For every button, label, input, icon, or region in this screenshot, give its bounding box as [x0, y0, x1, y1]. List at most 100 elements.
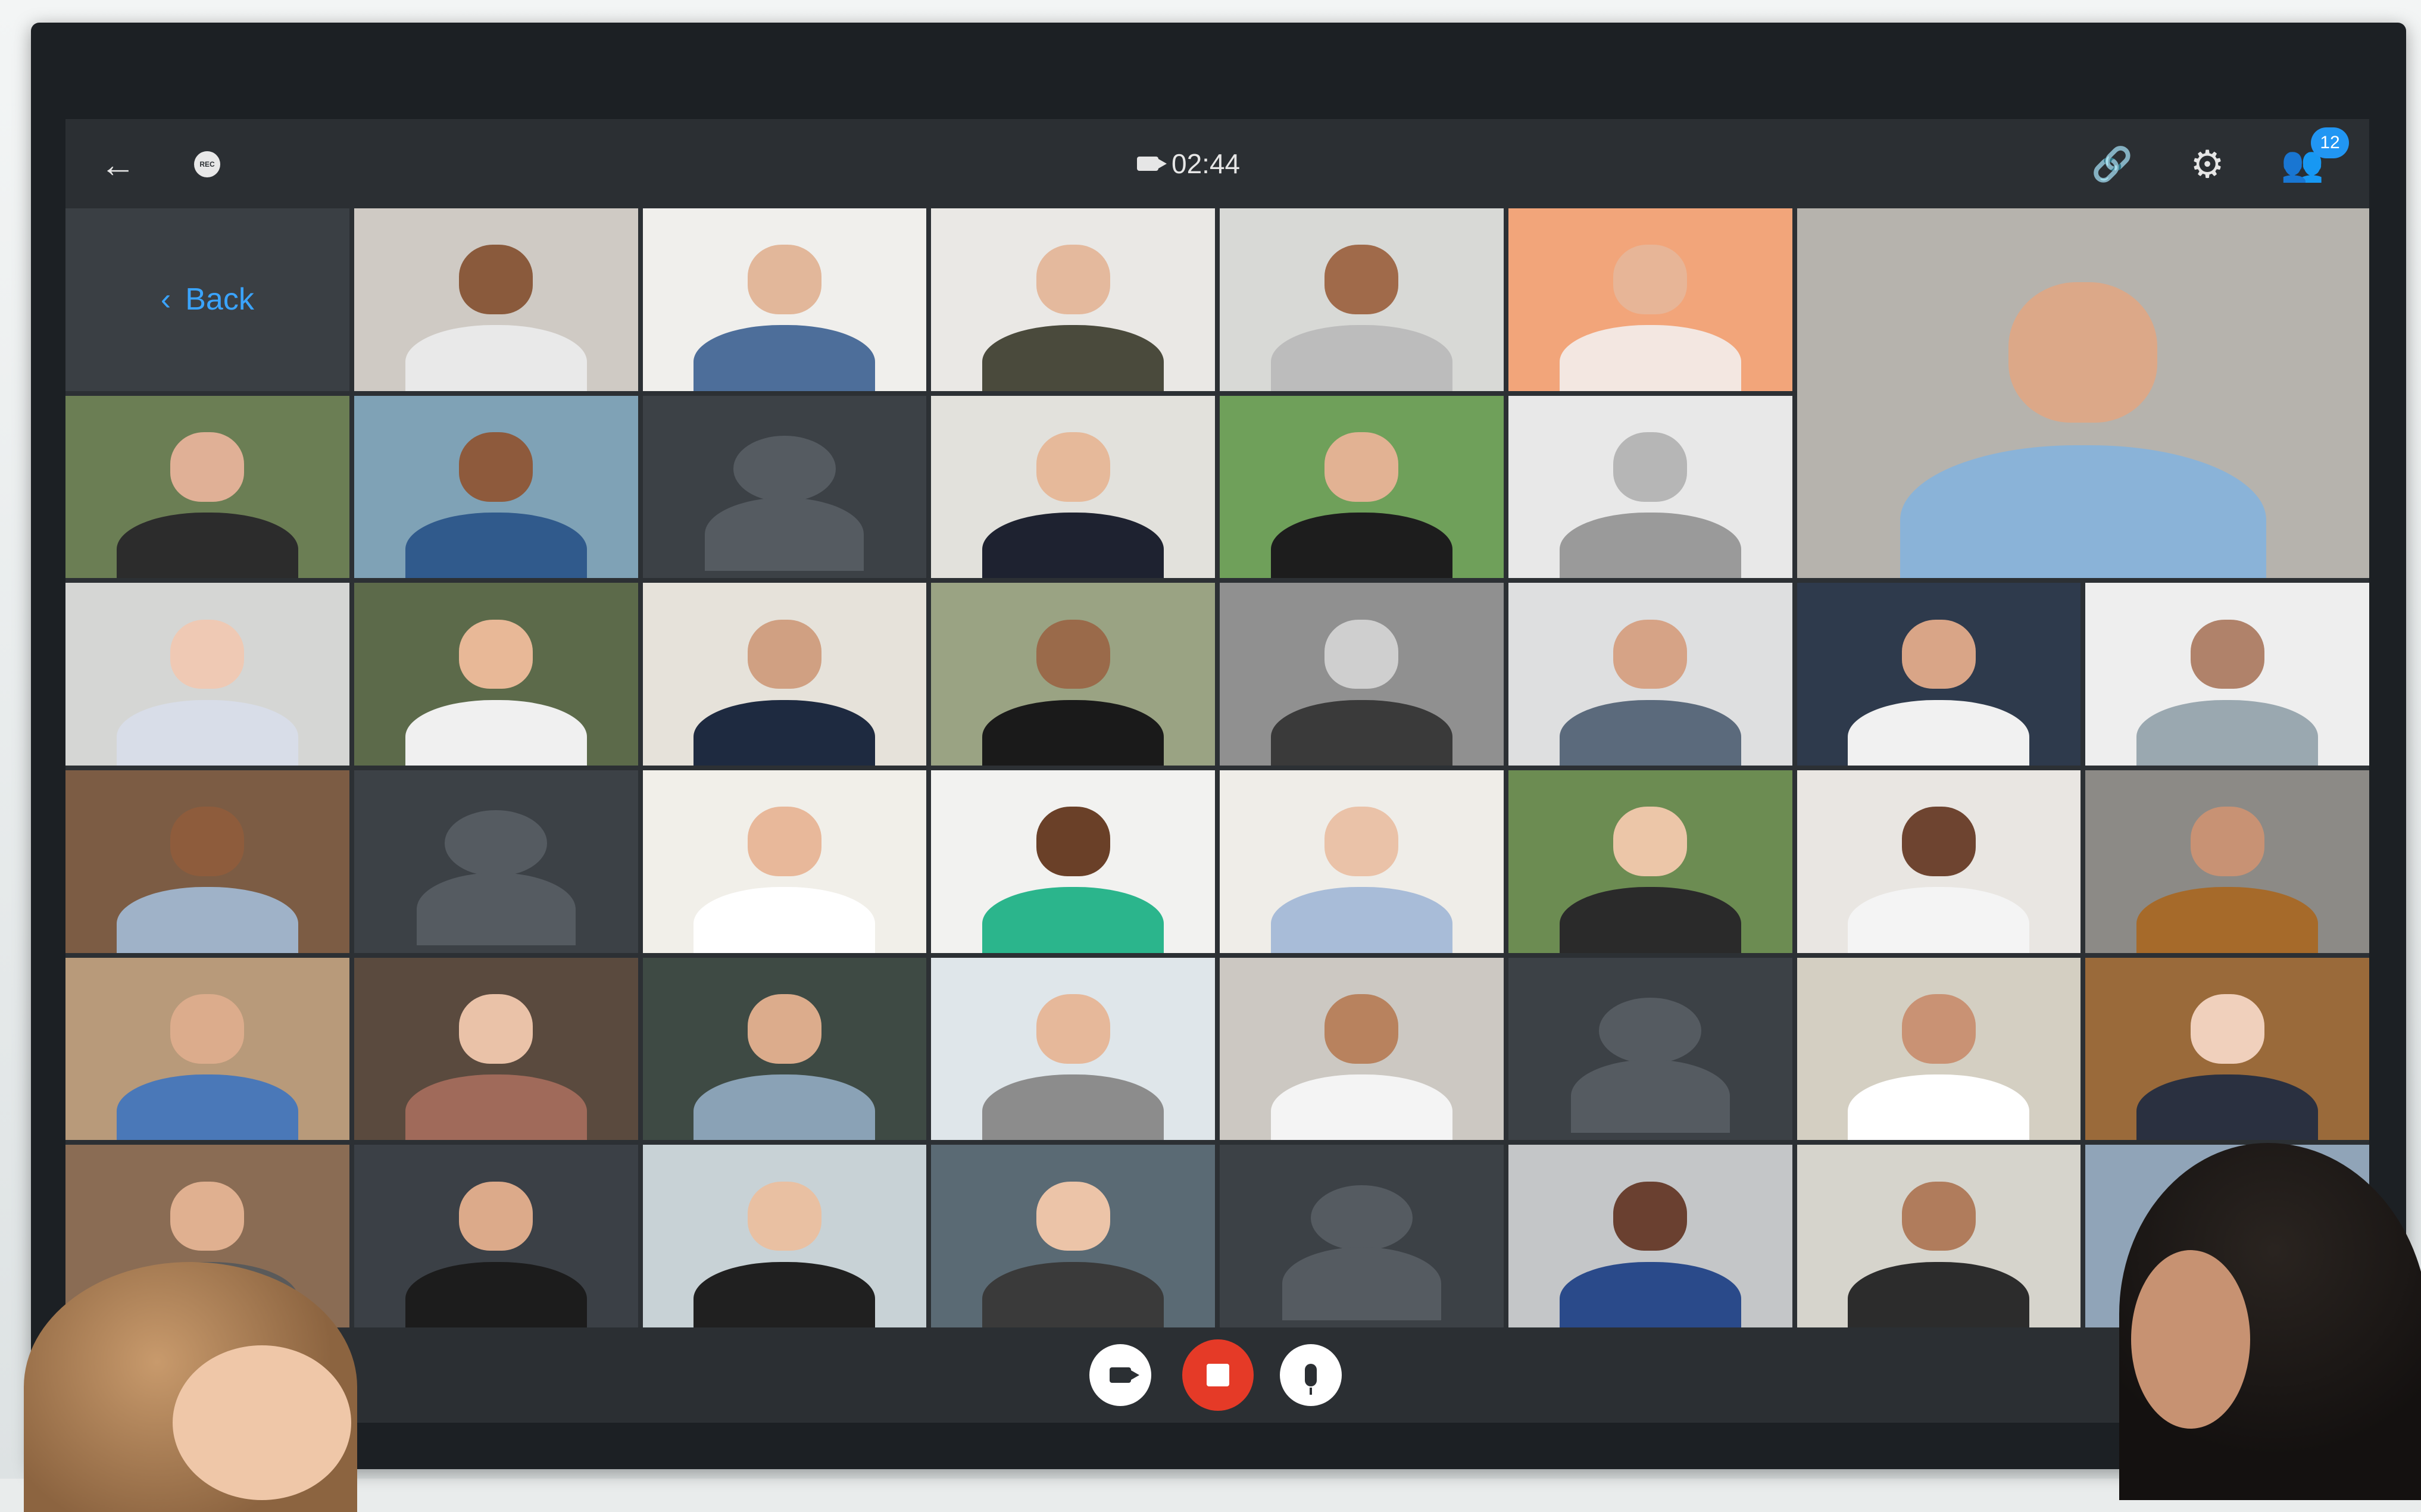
rec-icon[interactable]: REC [185, 142, 230, 187]
participant-tile[interactable] [931, 208, 1215, 391]
gear-icon[interactable]: ⚙ [2185, 142, 2230, 187]
participant-face [170, 994, 245, 1064]
participant-body [694, 887, 876, 953]
top-bar: ← REC 02:44 🔗 ⚙ 👥 12 [65, 119, 2369, 208]
participant-tile[interactable] [642, 957, 927, 1141]
participant-face [2190, 807, 2264, 876]
participant-face [2190, 994, 2264, 1064]
participant-tile[interactable] [931, 1145, 1215, 1327]
participant-tile[interactable] [65, 583, 349, 766]
bottom-control-bar [65, 1327, 2369, 1423]
participant-tile-no-video[interactable] [642, 395, 927, 579]
participant-tile[interactable] [354, 957, 638, 1141]
mic-toggle-button[interactable] [1280, 1344, 1342, 1406]
participant-tile-no-video[interactable] [1508, 957, 1792, 1141]
participant-face [1901, 807, 1976, 876]
participant-face [1901, 1181, 1976, 1251]
participant-body [694, 1261, 876, 1327]
participant-tile[interactable] [1220, 957, 1504, 1141]
participant-body [694, 1074, 876, 1141]
participant-tile[interactable] [642, 1145, 927, 1327]
participant-face [747, 245, 821, 314]
participant-body [116, 699, 298, 766]
participant-body [2136, 699, 2319, 766]
participant-face [170, 432, 245, 502]
participant-body [1559, 1261, 1741, 1327]
participant-tile[interactable] [1220, 208, 1504, 391]
video-conference-screen: ← REC 02:44 🔗 ⚙ 👥 12 ‹ Back [65, 119, 2369, 1423]
participant-tile[interactable] [1797, 957, 2081, 1141]
participant-tile[interactable] [931, 770, 1215, 953]
participant-face [747, 807, 821, 876]
participant-tile[interactable] [1508, 770, 1792, 953]
participant-tile[interactable] [354, 208, 638, 391]
participant-face [1036, 807, 1110, 876]
participant-tile[interactable] [1220, 583, 1504, 766]
participant-tile[interactable] [354, 395, 638, 579]
participant-face [459, 1181, 533, 1251]
participant-body [694, 325, 876, 391]
avatar-placeholder-body [1282, 1247, 1441, 1320]
participant-body [982, 887, 1164, 953]
participant-tile[interactable] [1797, 583, 2081, 766]
participant-tile[interactable] [65, 770, 349, 953]
participants-count-badge: 12 [2311, 127, 2349, 158]
participant-face [1613, 432, 1688, 502]
participant-tile[interactable] [1508, 583, 1792, 766]
foreground-viewer-right-face [2131, 1250, 2250, 1429]
participant-body [116, 512, 298, 579]
participant-tile-no-video[interactable] [1220, 1145, 1504, 1327]
chevron-left-icon: ‹ [160, 282, 171, 317]
participant-tile[interactable] [354, 1145, 638, 1327]
participant-tile[interactable] [65, 395, 349, 579]
participant-body [982, 512, 1164, 579]
participant-face [1613, 807, 1688, 876]
foreground-viewer-left-face [173, 1345, 351, 1500]
stop-icon [1207, 1364, 1229, 1386]
participant-tile[interactable] [2085, 583, 2369, 766]
participant-body [116, 1074, 298, 1141]
participant-tile[interactable] [931, 957, 1215, 1141]
participant-face [1324, 994, 1399, 1064]
participant-tile[interactable] [65, 957, 349, 1141]
participant-tile[interactable] [931, 583, 1215, 766]
participant-tile[interactable] [1797, 1145, 2081, 1327]
participant-body [405, 1261, 587, 1327]
participant-tile-no-video[interactable] [354, 770, 638, 953]
participant-tile[interactable] [642, 770, 927, 953]
avatar-placeholder-icon [445, 810, 547, 876]
rec-label: REC [194, 151, 220, 177]
participant-face [459, 245, 533, 314]
participant-tile[interactable] [2085, 957, 2369, 1141]
participant-tile[interactable] [354, 583, 638, 766]
participant-face [1324, 807, 1399, 876]
participant-tile[interactable] [642, 208, 927, 391]
participant-tile[interactable] [2085, 770, 2369, 953]
participant-body [405, 325, 587, 391]
stop-button[interactable] [1182, 1339, 1254, 1411]
link-icon[interactable]: 🔗 [2089, 142, 2135, 187]
participant-tile[interactable] [931, 395, 1215, 579]
participant-tile[interactable] [1220, 770, 1504, 953]
featured-participant-tile[interactable] [1797, 208, 2369, 579]
timer-text: 02:44 [1172, 148, 1241, 179]
participant-body [1559, 887, 1741, 953]
back-button[interactable]: ‹ Back [65, 208, 349, 391]
participant-body [405, 699, 587, 766]
back-arrow-icon[interactable]: ← [95, 142, 140, 187]
participant-face [1036, 245, 1110, 314]
video-toggle-button[interactable] [1089, 1344, 1151, 1406]
participant-tile[interactable] [642, 583, 927, 766]
participant-face [747, 994, 821, 1064]
participant-tile[interactable] [1508, 1145, 1792, 1327]
participant-body [1270, 325, 1452, 391]
back-label: Back [185, 282, 254, 317]
participant-tile[interactable] [1797, 770, 2081, 953]
participant-face [459, 432, 533, 502]
participant-tile[interactable] [1220, 395, 1504, 579]
participant-face [459, 994, 533, 1064]
participant-tile[interactable] [1508, 208, 1792, 391]
participant-tile[interactable] [1508, 395, 1792, 579]
participant-body [1848, 1074, 2030, 1141]
participant-face [1036, 432, 1110, 502]
